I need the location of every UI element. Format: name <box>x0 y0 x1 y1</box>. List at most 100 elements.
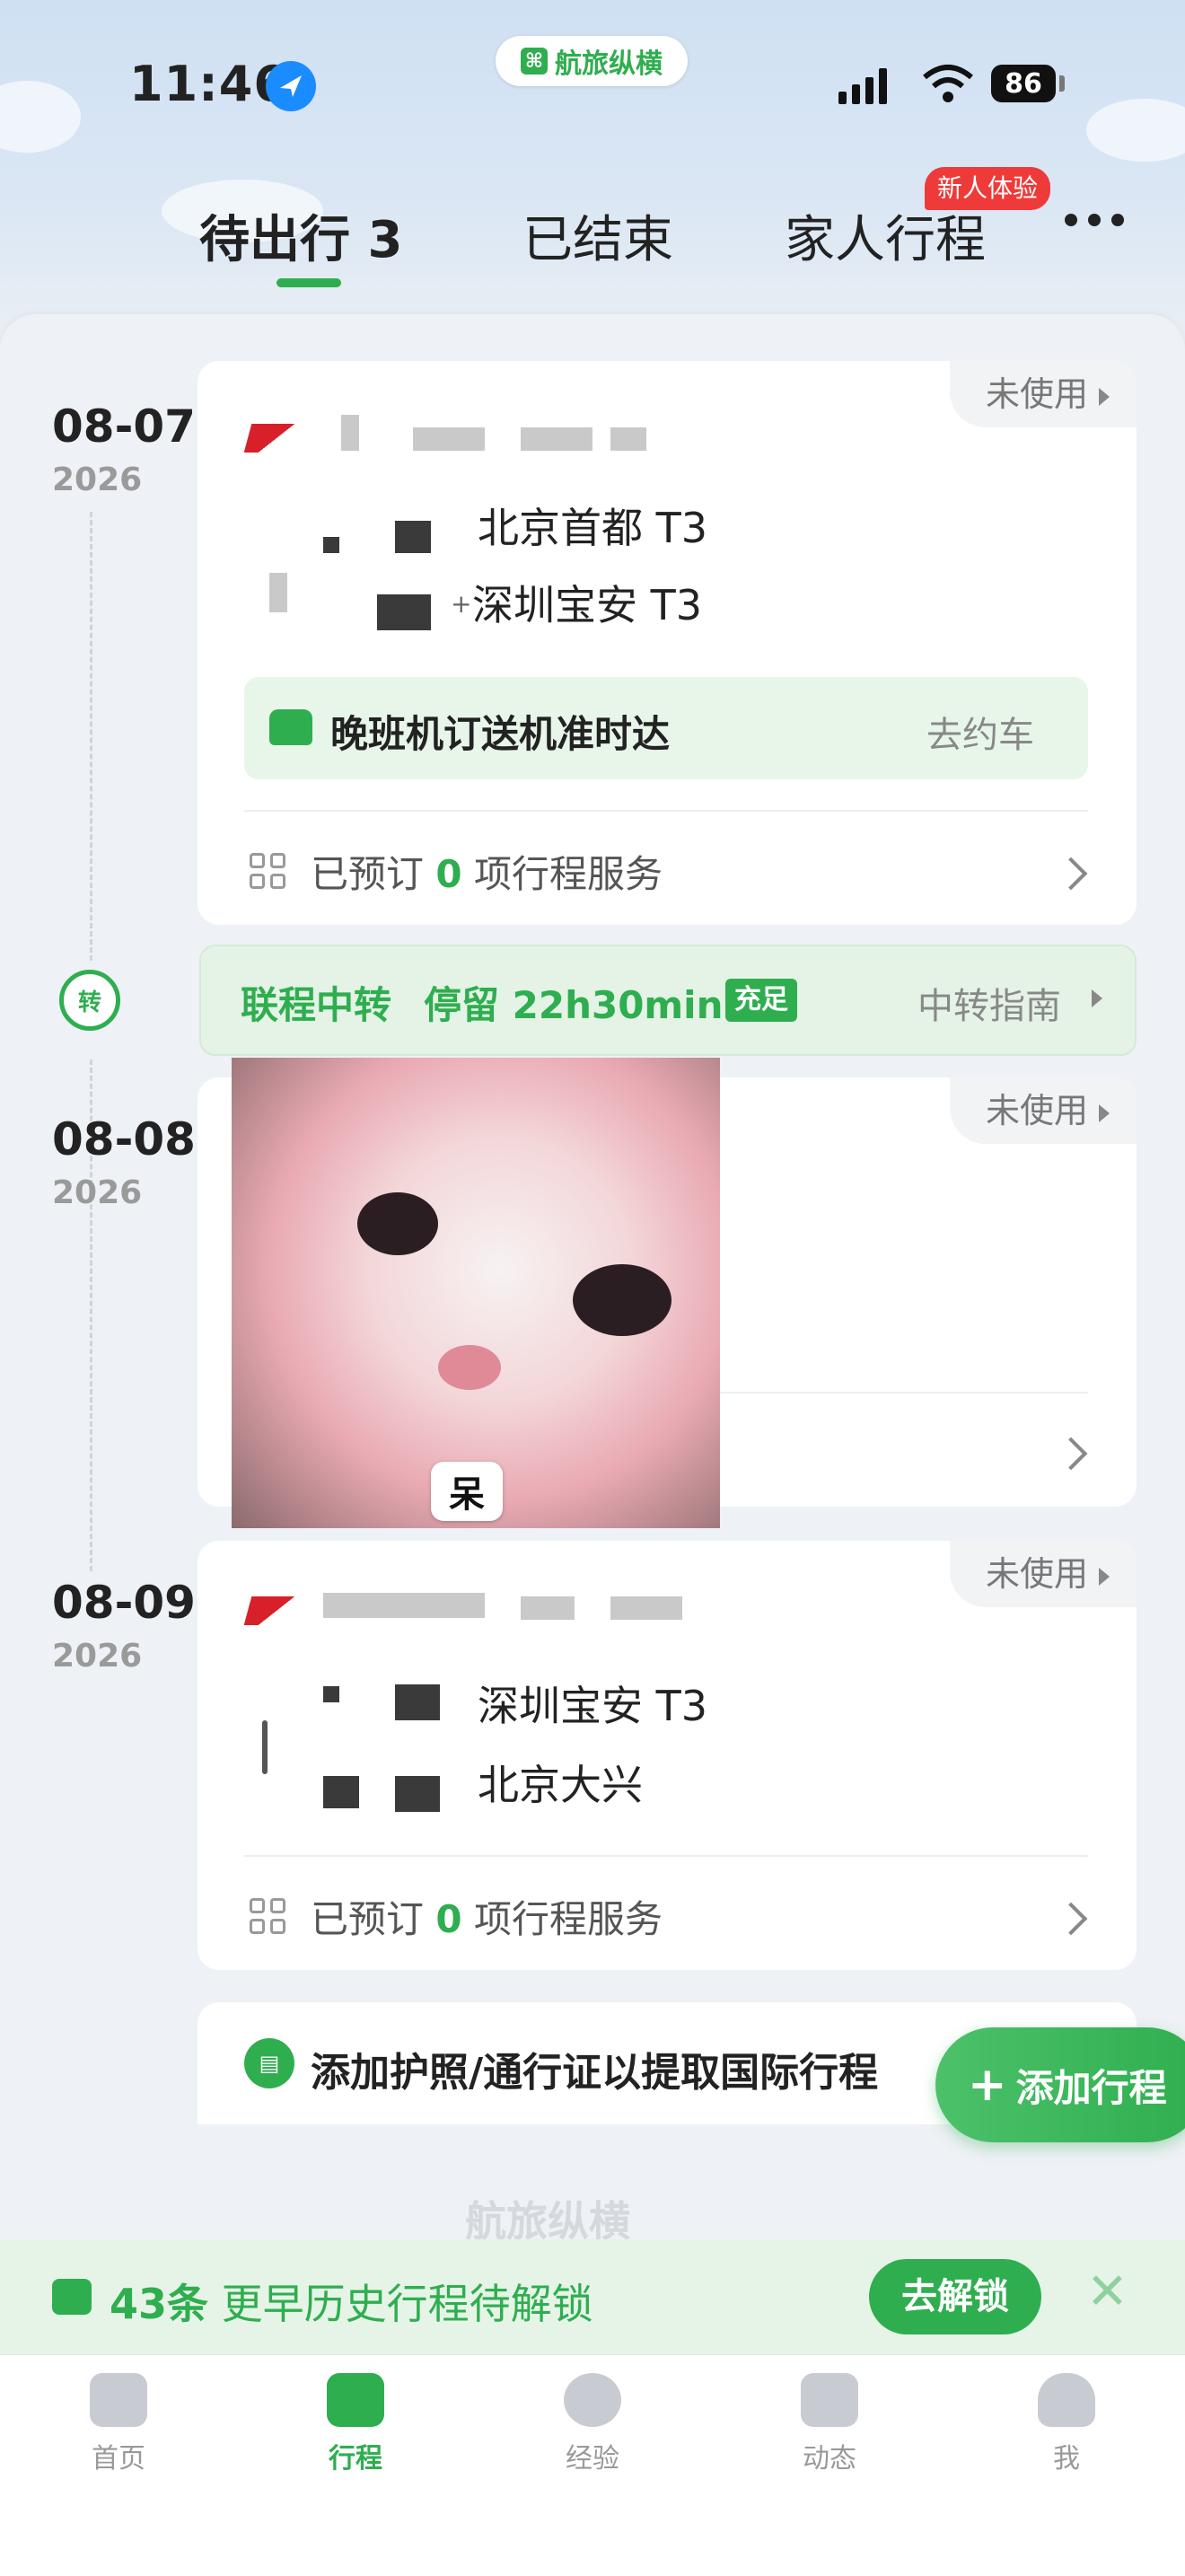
unlock-count: 43条 <box>110 2280 209 2328</box>
airline-logo-icon <box>243 424 295 453</box>
nav-label: 首页 <box>92 2443 145 2475</box>
chevron-right-icon[interactable] <box>1054 857 1088 891</box>
caret-right-icon <box>1092 989 1102 1007</box>
status-tag[interactable]: 未使用 <box>949 361 1137 427</box>
car-promo-banner[interactable]: 晚班机订送机准时达 去约车 <box>244 677 1088 779</box>
book-car-link[interactable]: 去约车 <box>926 706 1034 758</box>
services-count: 0 <box>435 1897 462 1941</box>
bottom-nav: 首页 行程 经验 动态 我 <box>0 2354 1185 2576</box>
nav-profile[interactable]: 我 <box>1004 2373 1129 2475</box>
redacted-block <box>413 427 485 451</box>
status-label: 未使用 <box>985 1554 1088 1594</box>
tab-upcoming[interactable]: 待出行 3 <box>199 199 402 272</box>
redacted-block <box>323 1686 339 1702</box>
id-card-icon: ▤ <box>244 2038 294 2088</box>
departure-airport: 深圳宝安 T3 <box>478 1682 707 1730</box>
redacted-block <box>395 1684 440 1720</box>
nav-home[interactable]: 首页 <box>56 2373 181 2475</box>
nav-experience[interactable]: 经验 <box>530 2373 655 2475</box>
cat-photo-overlay: 呆 <box>232 1058 720 1528</box>
battery-icon: 86 <box>991 65 1056 102</box>
nav-label: 行程 <box>329 2443 382 2475</box>
redacted-block <box>323 537 339 553</box>
status-label: 未使用 <box>985 1091 1088 1130</box>
brand-pill: ⌘ 航旅纵横 <box>496 36 688 86</box>
home-icon <box>90 2373 147 2427</box>
transfer-icon: 转 <box>59 970 120 1031</box>
booked-services-row[interactable]: 已预订 0 项行程服务 <box>311 844 663 899</box>
flight-card[interactable]: 未使用 深圳宝安 T3 北京大兴 已预订 0 项行程服务 <box>198 1541 1137 1970</box>
nav-status[interactable]: 动态 <box>767 2373 892 2475</box>
services-suffix: 项行程服务 <box>473 852 663 896</box>
next-day-marker: + <box>451 589 472 619</box>
redacted-block <box>395 1776 440 1812</box>
close-icon[interactable]: ✕ <box>1086 2263 1128 2321</box>
arrival-airport: 北京大兴 <box>478 1761 643 1809</box>
add-trip-button[interactable]: + 添加行程 <box>935 2027 1185 2142</box>
divider <box>718 1392 1088 1394</box>
status-tag[interactable]: 未使用 <box>949 1541 1137 1607</box>
redacted-block <box>521 1596 575 1620</box>
brand-logo-icon: ⌘ <box>521 48 548 75</box>
transfer-stay: 停留 22h30min <box>424 983 724 1027</box>
location-arrow-icon <box>266 61 316 111</box>
booked-services-row[interactable]: 已预订 0 项行程服务 <box>311 1889 663 1944</box>
redacted-block <box>341 415 359 451</box>
caret-right-icon <box>1099 1103 1110 1122</box>
cat-eye <box>573 1264 672 1336</box>
redacted-block <box>377 594 431 630</box>
profile-icon <box>1038 2373 1095 2427</box>
planet-icon <box>564 2373 621 2427</box>
departure-airport: 北京首都 T3 <box>478 504 707 552</box>
cellular-signal-icon <box>838 65 887 104</box>
more-icon[interactable] <box>1065 214 1124 226</box>
redacted-block <box>610 1596 682 1620</box>
grid-icon <box>250 853 285 889</box>
luggage-icon <box>52 2279 92 2315</box>
flight-card[interactable]: 未使用 北京首都 T3 + 深圳宝安 T3 晚班机订送机准时达 去约车 已预订 … <box>198 361 1137 925</box>
tab-active-indicator <box>276 278 341 287</box>
services-prefix: 已预订 <box>311 852 425 896</box>
trip-year: 2026 <box>52 1638 143 1675</box>
redacted-block <box>323 1593 485 1618</box>
caret-right-icon <box>1099 387 1110 406</box>
brand-name: 航旅纵横 <box>555 48 663 80</box>
transfer-sufficient-badge: 充足 <box>725 979 797 1022</box>
status-tag[interactable]: 未使用 <box>949 1077 1137 1144</box>
new-user-badge: 新人体验 <box>925 167 1051 210</box>
cat-eye <box>357 1192 438 1255</box>
airline-logo-icon <box>243 1596 295 1625</box>
transfer-banner[interactable]: 联程中转 停留 22h30min 充足 中转指南 <box>199 945 1137 1056</box>
status-label: 未使用 <box>985 374 1088 414</box>
services-count: 0 <box>435 852 462 896</box>
add-passport-text: 添加护照/通行证以提取国际行程 <box>311 2050 879 2096</box>
wifi-icon <box>921 63 975 108</box>
trip-date: 08-07 <box>52 400 196 453</box>
unlock-message: 更早历史行程待解锁 <box>221 2280 593 2328</box>
chevron-right-icon[interactable] <box>1054 1437 1088 1471</box>
flight-status-icon <box>801 2373 858 2427</box>
cat-nose <box>438 1345 501 1390</box>
redacted-block <box>521 427 592 451</box>
plus-icon: + <box>968 2058 1007 2112</box>
photo-caption: 呆 <box>431 1462 503 1521</box>
luggage-icon <box>327 2373 384 2427</box>
services-suffix: 项行程服务 <box>473 1897 663 1941</box>
divider <box>244 810 1088 812</box>
tab-family-trips[interactable]: 家人行程 <box>785 199 986 272</box>
promo-text: 晚班机订送机准时达 <box>330 712 671 756</box>
unlock-button[interactable]: 去解锁 <box>869 2259 1041 2334</box>
caret-right-icon <box>1099 1567 1110 1586</box>
transfer-guide-link[interactable]: 中转指南 <box>917 977 1061 1029</box>
timeline-line <box>90 512 92 961</box>
redacted-block <box>395 521 431 553</box>
unlock-history-bar: 43条 更早历史行程待解锁 去解锁 ✕ <box>0 2239 1185 2354</box>
unlock-text: 43条 更早历史行程待解锁 <box>110 2272 593 2331</box>
chevron-right-icon[interactable] <box>1054 1902 1088 1936</box>
grid-icon <box>250 1898 285 1934</box>
trip-year: 2026 <box>52 1174 143 1211</box>
nav-trips[interactable]: 行程 <box>293 2373 418 2475</box>
divider <box>244 1855 1088 1857</box>
redacted-block <box>323 1776 359 1808</box>
tab-ended[interactable]: 已结束 <box>522 199 673 272</box>
